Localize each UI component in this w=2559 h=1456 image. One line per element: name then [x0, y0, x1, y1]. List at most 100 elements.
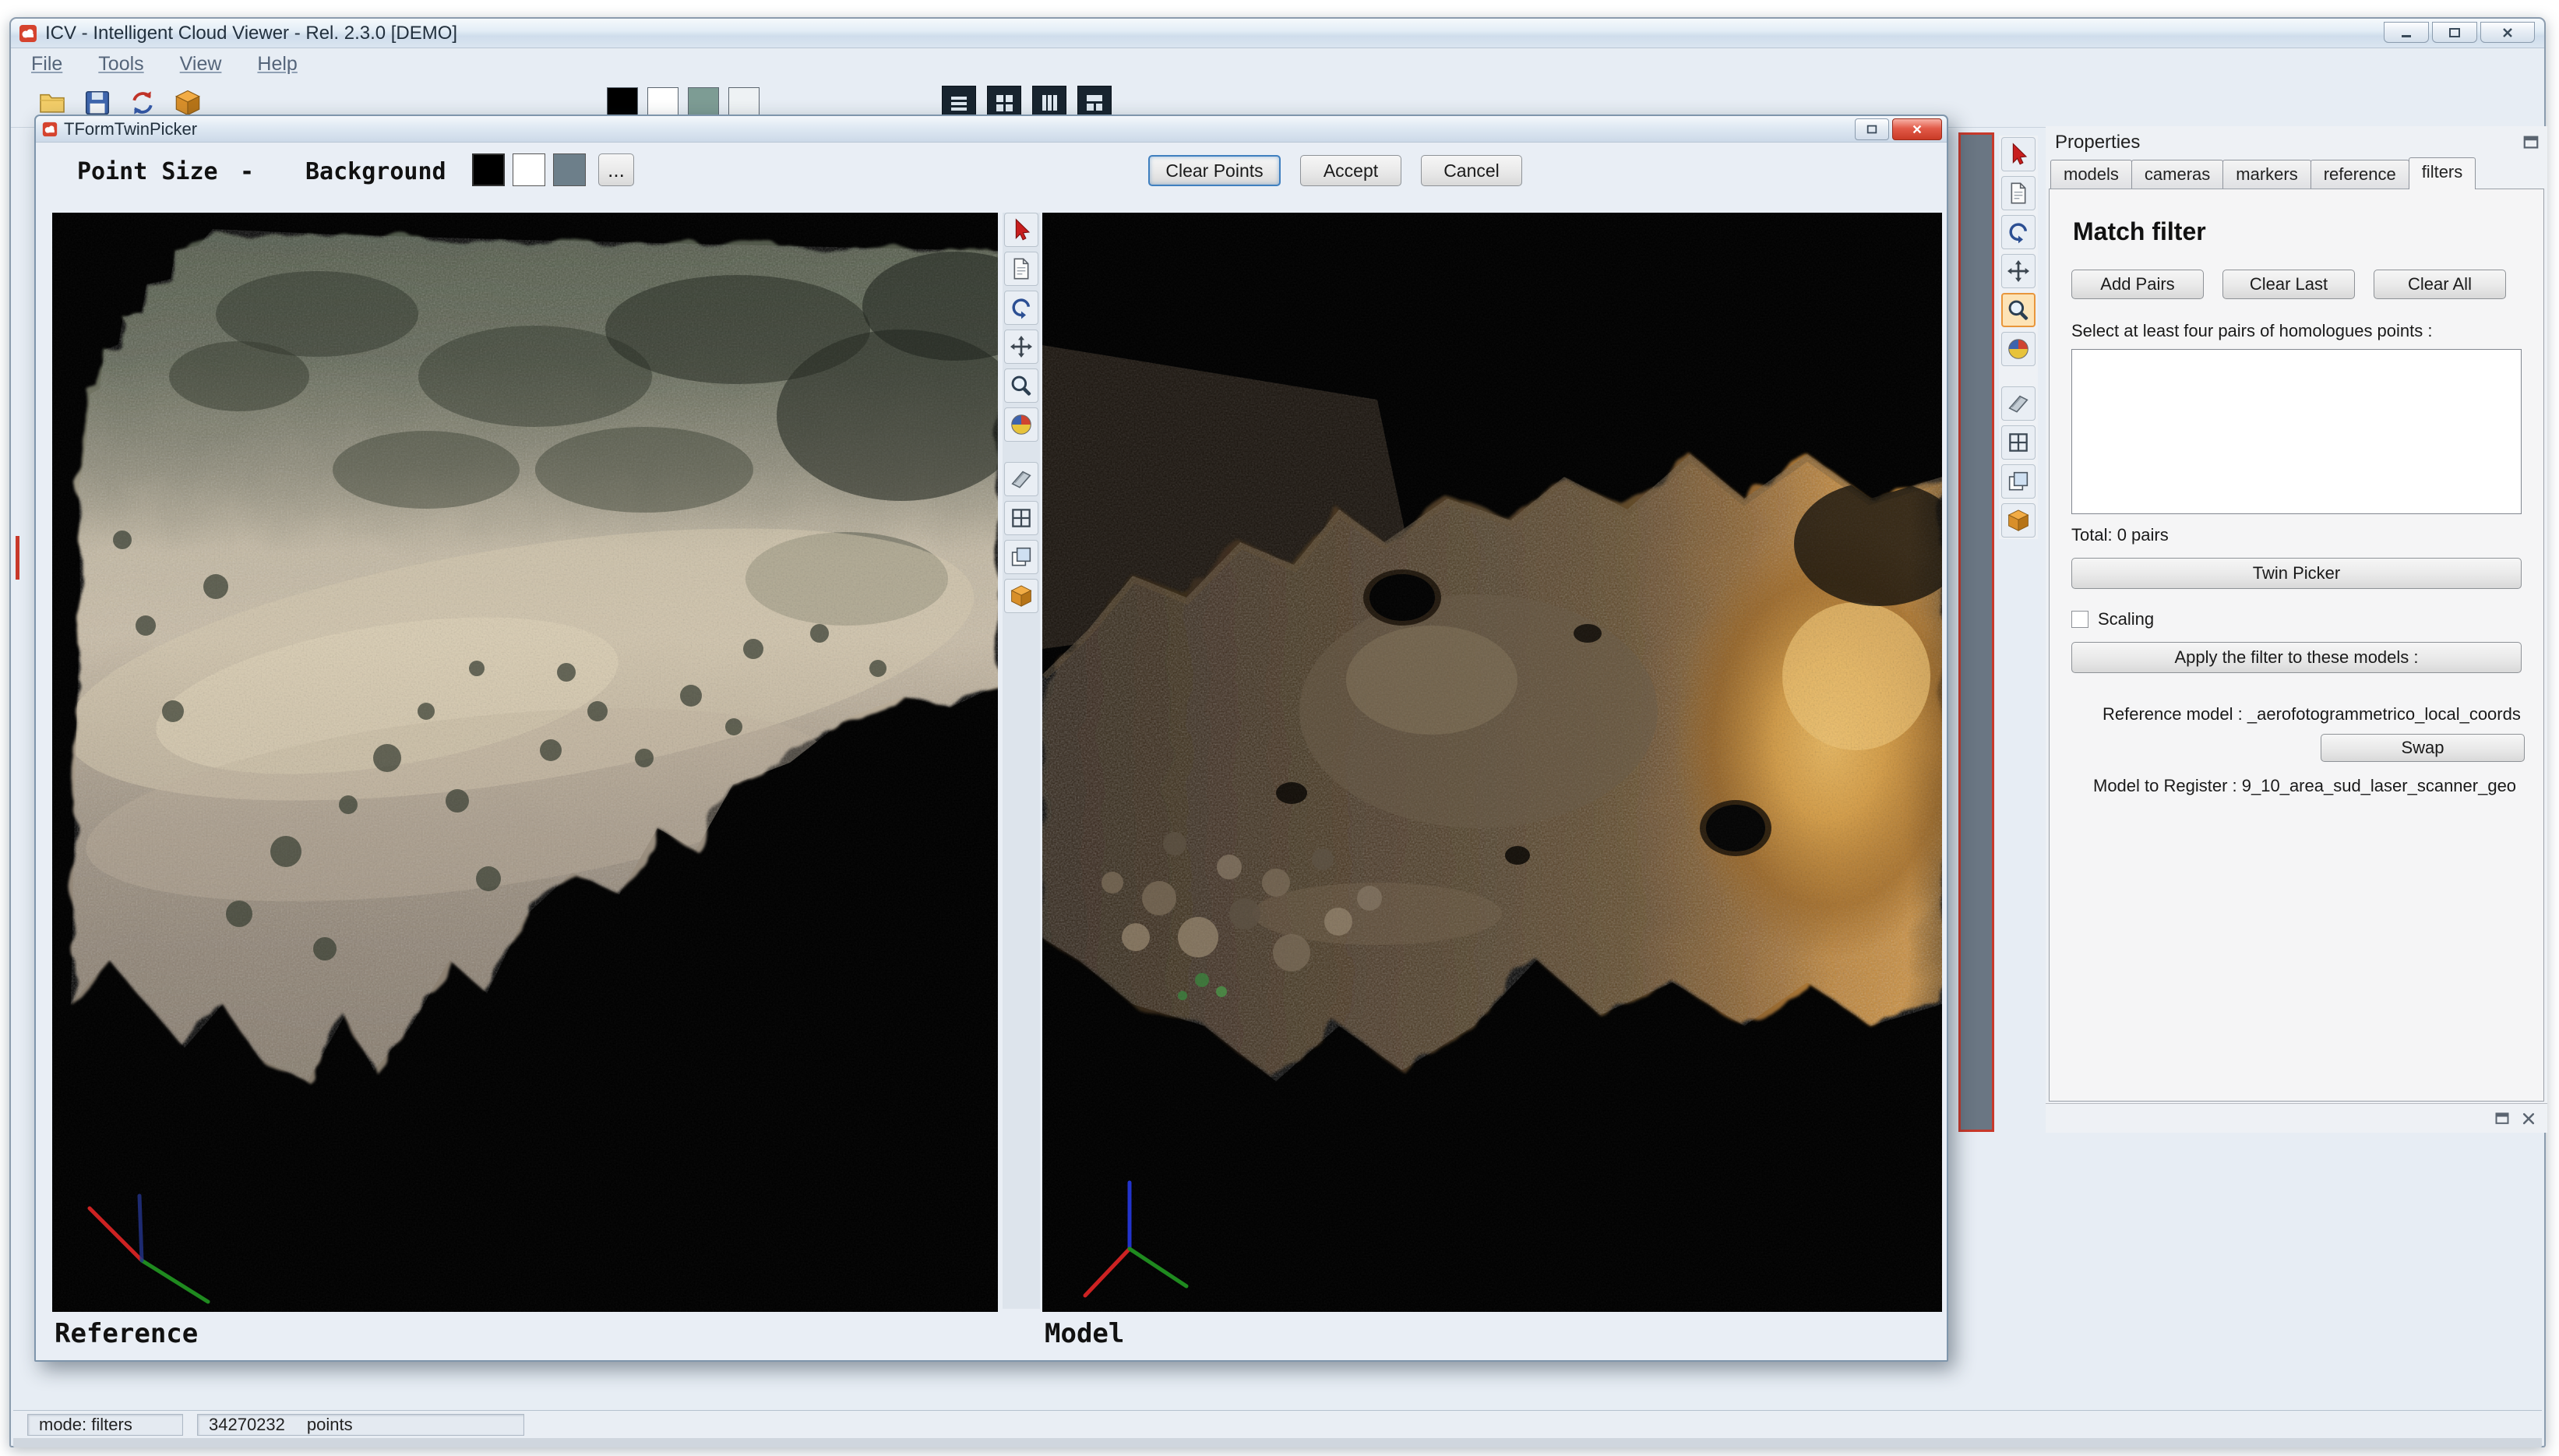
dock-float-icon[interactable] — [2494, 1111, 2510, 1126]
menubar: File Tools View Help — [11, 48, 2544, 79]
background-more-button[interactable]: ... — [598, 153, 634, 186]
clear-all-button[interactable]: Clear All — [2374, 270, 2506, 299]
main-window-title: ICV - Intelligent Cloud Viewer - Rel. 2.… — [45, 23, 457, 44]
properties-panel: Properties models cameras markers refere… — [2046, 126, 2547, 1133]
model-register-line: Model to Register : 9_10_area_sud_laser_… — [2071, 776, 2522, 796]
view-preset-icon — [992, 91, 1016, 115]
page-tool-button[interactable] — [1004, 252, 1038, 286]
layers-icon — [2006, 469, 2031, 494]
background-swatch-black[interactable] — [607, 87, 638, 118]
pick-tool-button[interactable] — [2001, 137, 2036, 171]
reference-model-value: _aerofotogrammetrico_local_coords — [2247, 704, 2521, 724]
app-icon — [19, 24, 37, 43]
section-plane-button[interactable] — [1004, 462, 1038, 496]
background-label: Background — [305, 158, 446, 185]
picker-swatch-black[interactable] — [472, 153, 505, 186]
pairs-button-row: Add Pairs Clear Last Clear All — [2071, 270, 2522, 299]
bounding-box-button[interactable] — [1004, 579, 1038, 613]
picker-controls-row: Point Size - Background ... Clear Points… — [36, 147, 1947, 196]
picker-close-button[interactable] — [1892, 118, 1942, 140]
tab-reference[interactable]: reference — [2311, 160, 2409, 189]
page-icon — [2006, 181, 2031, 206]
model-register-value: 9_10_area_sud_laser_scanner_geo — [2242, 776, 2516, 795]
tab-filters[interactable]: filters — [2409, 157, 2476, 189]
clear-points-button[interactable]: Clear Points — [1148, 155, 1281, 186]
mdi-client-strip — [1958, 132, 1994, 1132]
picker-maximize-button[interactable] — [1855, 118, 1889, 140]
accept-button[interactable]: Accept — [1300, 155, 1401, 186]
zoom-tool-button[interactable] — [1004, 368, 1038, 403]
menu-file[interactable]: File — [31, 53, 62, 76]
statusbar: mode: filters 34270232 points — [13, 1410, 2542, 1438]
color-mode-button[interactable] — [1004, 407, 1038, 442]
tab-cameras[interactable]: cameras — [2131, 160, 2223, 189]
twin-picker-button[interactable]: Twin Picker — [2071, 558, 2522, 589]
scaling-label: Scaling — [2098, 609, 2154, 629]
rotate-tool-button[interactable] — [2001, 215, 2036, 249]
scaling-checkbox[interactable] — [2071, 611, 2088, 628]
model-viewport-label: Model — [1045, 1318, 1124, 1349]
cube-icon — [1009, 583, 1034, 608]
background-swatch-white[interactable] — [647, 87, 679, 118]
properties-tabs: models cameras markers reference filters — [2050, 160, 2546, 189]
reference-viewport[interactable] — [52, 213, 998, 1312]
dock-close-icon[interactable] — [2521, 1111, 2536, 1126]
dock-bottom-bar — [2046, 1103, 2547, 1133]
grid-button[interactable] — [2001, 425, 2036, 460]
window-controls — [2384, 22, 2535, 43]
grid-icon — [2006, 430, 2031, 455]
picker-titlebar[interactable]: TFormTwinPicker — [36, 116, 1947, 143]
menu-tools[interactable]: Tools — [98, 53, 143, 76]
close-icon — [2501, 27, 2515, 38]
main-titlebar[interactable]: ICV - Intelligent Cloud Viewer - Rel. 2.… — [11, 19, 2544, 48]
point-size-value[interactable]: - — [240, 158, 254, 185]
model-viewport[interactable] — [1042, 213, 1942, 1312]
tab-models[interactable]: models — [2050, 160, 2132, 189]
properties-header: Properties — [2046, 126, 2547, 159]
rotate-tool-button[interactable] — [1004, 291, 1038, 325]
close-button[interactable] — [2480, 22, 2535, 43]
swap-button[interactable]: Swap — [2321, 734, 2525, 762]
cube-icon — [173, 88, 203, 118]
properties-title: Properties — [2055, 132, 2140, 153]
rotate-icon — [2006, 220, 2031, 245]
background-swatch-light[interactable] — [728, 87, 760, 118]
picker-swatch-gray[interactable] — [553, 153, 586, 186]
minimize-icon — [2399, 27, 2413, 38]
page-tool-button[interactable] — [2001, 176, 2036, 210]
pan-tool-button[interactable] — [1004, 330, 1038, 364]
bounding-box-button[interactable] — [2001, 503, 2036, 538]
color-sphere-icon — [2006, 337, 2031, 361]
toolbar-separator — [2001, 371, 2036, 382]
grid-button[interactable] — [1004, 501, 1038, 535]
tab-markers[interactable]: markers — [2222, 160, 2311, 189]
picker-swatch-white[interactable] — [513, 153, 545, 186]
maximize-button[interactable] — [2432, 22, 2477, 43]
pick-arrow-icon — [1009, 217, 1034, 242]
color-mode-button[interactable] — [2001, 332, 2036, 366]
match-filter-heading: Match filter — [2073, 217, 2522, 246]
status-points-count: 34270232 — [209, 1415, 285, 1435]
background-swatch-teal[interactable] — [688, 87, 719, 118]
grid-icon — [1009, 506, 1034, 531]
minimize-button[interactable] — [2384, 22, 2429, 43]
apply-filter-button[interactable]: Apply the filter to these models : — [2071, 642, 2522, 673]
menu-view[interactable]: View — [180, 53, 222, 76]
cancel-button[interactable]: Cancel — [1421, 155, 1522, 186]
pan-icon — [2006, 259, 2031, 284]
pan-tool-button[interactable] — [2001, 254, 2036, 288]
pairs-listbox[interactable] — [2071, 349, 2522, 514]
menu-help[interactable]: Help — [257, 53, 297, 76]
pick-tool-button[interactable] — [1004, 213, 1038, 247]
section-plane-button[interactable] — [2001, 386, 2036, 421]
add-pairs-button[interactable]: Add Pairs — [2071, 270, 2204, 299]
layers-button[interactable] — [1004, 540, 1038, 574]
layers-button[interactable] — [2001, 464, 2036, 499]
zoom-tool-button[interactable] — [2001, 293, 2036, 327]
dock-pin-icon[interactable] — [2522, 134, 2540, 151]
scaling-row: Scaling — [2071, 609, 2522, 629]
clear-last-button[interactable]: Clear Last — [2222, 270, 2355, 299]
toolbar-separator — [1004, 446, 1038, 457]
point-size-label: Point Size — [77, 158, 218, 185]
folder-open-icon — [37, 88, 67, 118]
